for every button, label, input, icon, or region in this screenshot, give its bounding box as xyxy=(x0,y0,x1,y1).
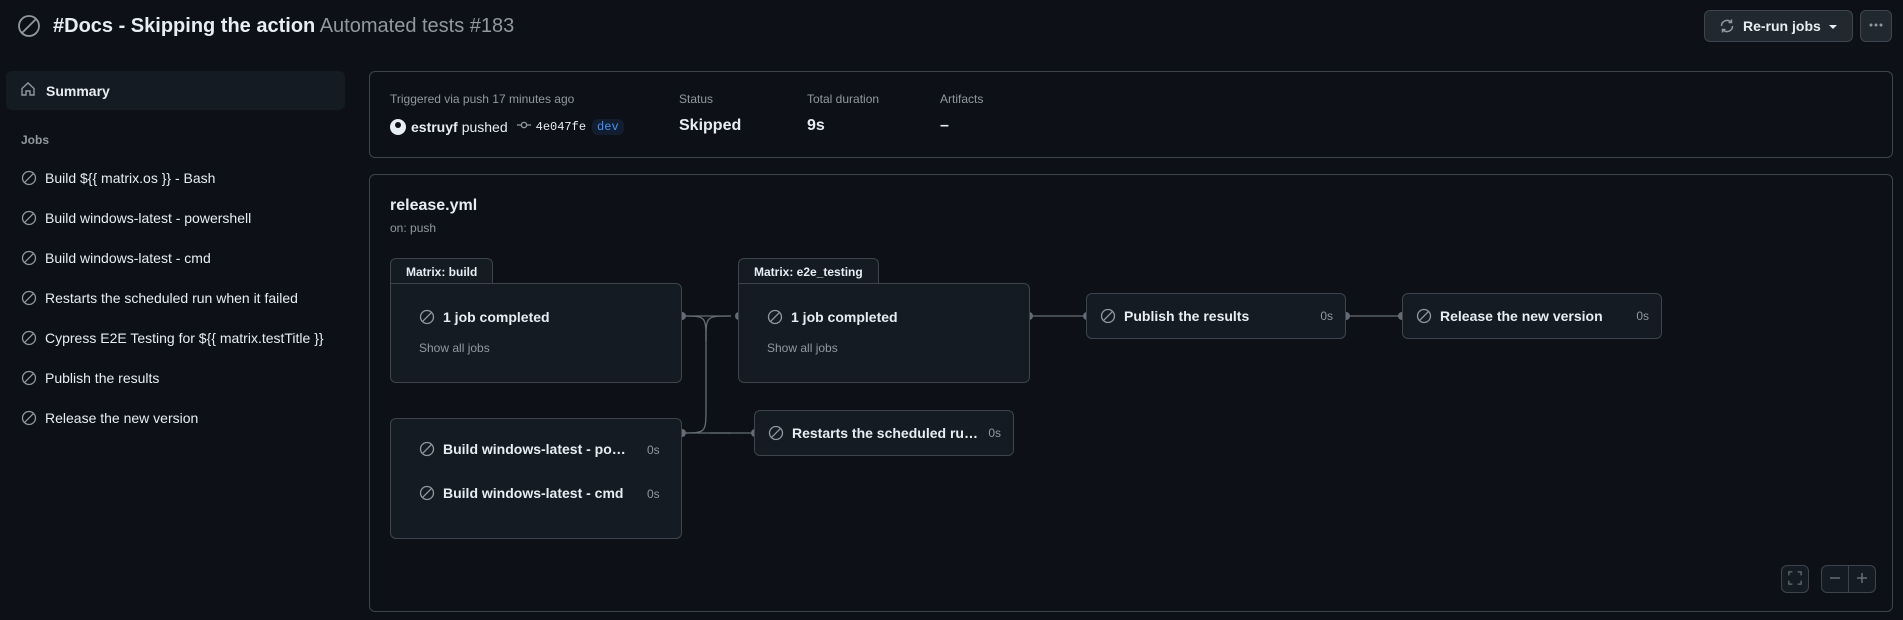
job-node-duration: 0s xyxy=(1636,309,1649,323)
jobs-heading: Jobs xyxy=(21,133,50,147)
sidebar-job-label: Build windows-latest - powershell xyxy=(45,210,252,226)
matrix-build-tab: Matrix: build xyxy=(390,258,494,283)
windows-jobs-group: Build windows-latest - powershell 0s Bui… xyxy=(390,418,682,539)
artifacts-label: Artifacts xyxy=(940,92,984,106)
skipped-icon xyxy=(419,441,435,457)
job-node-duration: 0s xyxy=(1320,309,1333,323)
rerun-jobs-button[interactable]: Re-run jobs xyxy=(1704,10,1853,42)
branch-tag[interactable]: dev xyxy=(592,118,624,135)
sidebar-job-item[interactable]: Restarts the scheduled run when it faile… xyxy=(6,282,345,314)
dash-icon xyxy=(1829,571,1841,587)
matrix-e2e-box[interactable]: 1 job completed Show all jobs xyxy=(738,283,1030,383)
skipped-icon xyxy=(768,425,784,441)
show-all-jobs-link[interactable]: Show all jobs xyxy=(767,341,838,355)
run-subtitle[interactable]: Automated tests #183 xyxy=(320,15,515,37)
skipped-icon xyxy=(21,370,37,386)
avatar[interactable] xyxy=(390,118,406,135)
job-node-label: Publish the results xyxy=(1124,308,1250,324)
skipped-icon xyxy=(419,309,435,325)
matrix-e2e-tab: Matrix: e2e_testing xyxy=(738,258,879,283)
run-header: #Docs - Skipping the action Automated te… xyxy=(0,0,1903,52)
skipped-icon xyxy=(1416,308,1432,324)
rerun-jobs-label: Re-run jobs xyxy=(1743,18,1821,34)
zoom-in-button[interactable] xyxy=(1848,565,1876,593)
job-node-duration: 0s xyxy=(647,443,660,457)
skipped-icon xyxy=(21,410,37,426)
status-value: Skipped xyxy=(679,117,742,134)
skipped-icon xyxy=(21,210,37,226)
run-summary-card: Triggered via push 17 minutes ago estruy… xyxy=(369,71,1893,158)
skipped-icon xyxy=(21,250,37,266)
sidebar-job-item[interactable]: Build windows-latest - powershell xyxy=(6,202,345,234)
skipped-status-icon xyxy=(17,14,41,38)
actor-action: pushed xyxy=(461,118,508,135)
trigger-text: Triggered via push 17 minutes ago xyxy=(390,92,575,106)
sidebar-job-item[interactable]: Publish the results xyxy=(6,362,345,394)
job-node-publish[interactable]: Publish the results 0s xyxy=(1086,293,1346,339)
more-options-button[interactable] xyxy=(1860,10,1892,42)
sidebar-job-item[interactable]: Build windows-latest - cmd xyxy=(6,242,345,274)
job-node-release[interactable]: Release the new version 0s xyxy=(1402,293,1662,339)
matrix-build-summary-label: 1 job completed xyxy=(443,309,550,325)
sidebar-job-item[interactable]: Cypress E2E Testing for ${{ matrix.testT… xyxy=(6,322,345,354)
matrix-e2e-summary-label: 1 job completed xyxy=(791,309,898,325)
show-all-jobs-link[interactable]: Show all jobs xyxy=(419,341,490,355)
sidebar-job-label: Build ${{ matrix.os }} - Bash xyxy=(45,170,216,186)
fullscreen-button[interactable] xyxy=(1781,565,1809,593)
kebab-horizontal-icon xyxy=(1868,17,1884,36)
job-build-windows-powershell[interactable]: Build windows-latest - powershell 0s xyxy=(419,441,669,457)
screen-full-icon xyxy=(1788,570,1802,588)
matrix-build-box[interactable]: 1 job completed Show all jobs xyxy=(390,283,682,383)
job-node-label: Build windows-latest - cmd xyxy=(443,485,624,501)
sidebar-item-label: Summary xyxy=(46,82,110,99)
plus-icon xyxy=(1856,571,1868,587)
job-build-windows-cmd[interactable]: Build windows-latest - cmd 0s xyxy=(419,485,669,501)
job-node-label: Release the new version xyxy=(1440,308,1603,324)
workflow-graph-card: release.yml on: push Matrix: build 1 job… xyxy=(369,174,1893,612)
actor-name[interactable]: estruyf xyxy=(411,119,458,135)
sidebar-job-label: Publish the results xyxy=(45,370,160,386)
skipped-icon xyxy=(767,309,783,325)
sidebar-job-label: Build windows-latest - cmd xyxy=(45,250,211,266)
job-node-label: Restarts the scheduled run when it faile… xyxy=(792,425,982,441)
skipped-icon xyxy=(1100,308,1116,324)
chevron-down-icon xyxy=(1828,18,1837,34)
job-node-label: Build windows-latest - powershell xyxy=(443,441,633,457)
sidebar-job-item[interactable]: Build ${{ matrix.os }} - Bash xyxy=(6,162,345,194)
matrix-build-summary: 1 job completed xyxy=(419,309,550,325)
job-node-duration: 0s xyxy=(647,487,660,501)
sidebar-item-summary[interactable]: Summary xyxy=(6,71,345,110)
skipped-icon xyxy=(21,290,37,306)
graph-connectors xyxy=(678,312,1406,437)
status-label: Status xyxy=(679,92,714,106)
sync-icon xyxy=(1719,18,1735,34)
matrix-e2e-summary: 1 job completed xyxy=(767,309,898,325)
commit-sha-link[interactable]: 4e047fe xyxy=(536,120,586,134)
skipped-icon xyxy=(21,330,37,346)
git-commit-icon xyxy=(516,118,531,135)
sidebar-job-label: Cypress E2E Testing for ${{ matrix.testT… xyxy=(45,330,324,346)
page-title: #Docs - Skipping the action Automated te… xyxy=(53,13,514,39)
skipped-icon xyxy=(419,485,435,501)
run-title: #Docs - Skipping the action xyxy=(53,15,316,37)
zoom-out-button[interactable] xyxy=(1821,565,1849,593)
push-info: estruyf pushed 4e047fe dev xyxy=(390,118,624,135)
sidebar-job-label: Release the new version xyxy=(45,410,199,426)
job-node-restarts[interactable]: Restarts the scheduled run when it faile… xyxy=(754,410,1014,456)
skipped-icon xyxy=(21,170,37,186)
duration-value: 9s xyxy=(807,117,825,134)
sidebar-job-label: Restarts the scheduled run when it faile… xyxy=(45,290,298,306)
job-node-duration: 0s xyxy=(988,426,1001,440)
duration-label: Total duration xyxy=(807,92,880,106)
home-icon xyxy=(20,81,36,100)
sidebar-job-item[interactable]: Release the new version xyxy=(6,402,345,434)
artifacts-value: – xyxy=(940,117,949,134)
